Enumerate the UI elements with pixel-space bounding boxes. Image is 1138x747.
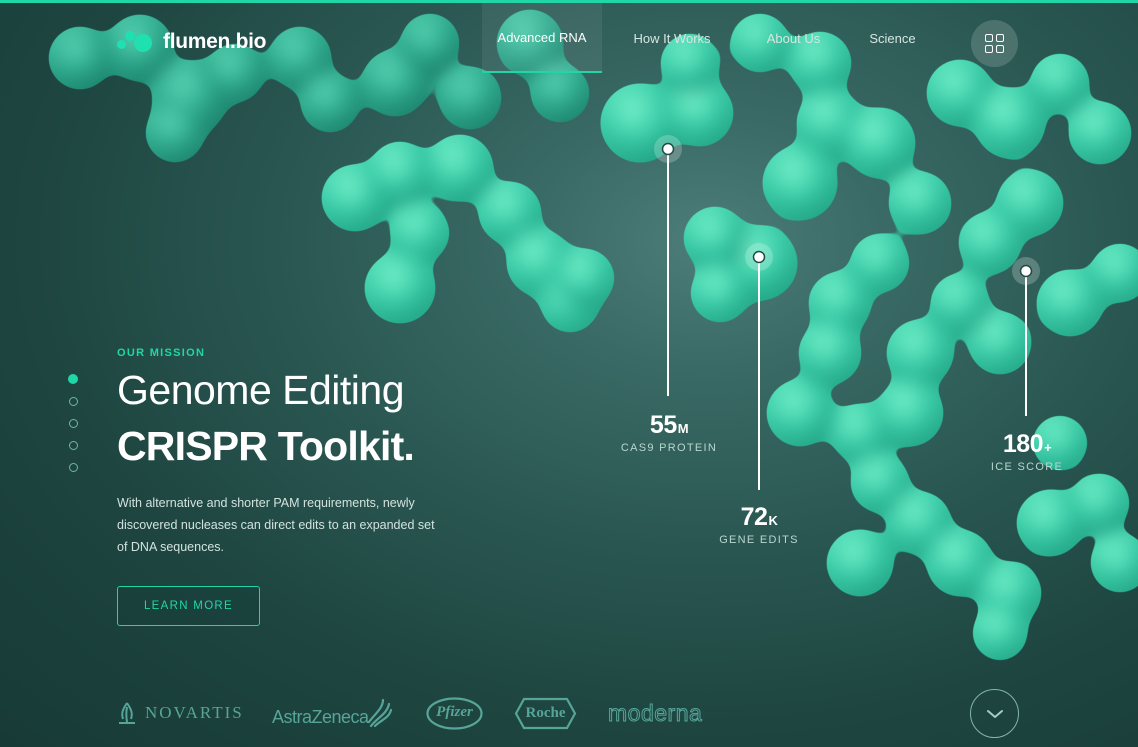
stat-gene-edits: 72K GENE EDITS — [708, 503, 810, 546]
stat-value: 180 — [1002, 430, 1044, 458]
stat-label: CAS9 PROTEIN — [620, 442, 718, 454]
partner-name: moderna — [607, 700, 703, 727]
slide-dot-3[interactable] — [68, 419, 78, 428]
partner-logo-novartis: NOVARTIS — [116, 701, 244, 725]
nav-item-how-it-works[interactable]: How It Works — [602, 3, 742, 73]
brand-logo[interactable]: flumen.bio — [117, 28, 266, 56]
partner-name: AstraZeneca — [272, 707, 369, 727]
stat-label: ICE SCORE — [990, 461, 1064, 473]
partner-name: Roche — [525, 705, 566, 721]
scroll-down-button[interactable] — [970, 689, 1019, 738]
stat-cas9-protein: 55M CAS9 PROTEIN — [614, 411, 724, 454]
partner-logo-moderna: moderna — [607, 700, 703, 727]
partner-logo-pfizer: Pfizer — [426, 697, 483, 730]
slide-dot-5[interactable] — [68, 463, 78, 472]
partner-logo-roche: Roche — [514, 697, 577, 730]
nav-item-about-us[interactable]: About Us — [742, 3, 845, 73]
brand-name: flumen.bio — [163, 30, 267, 53]
slide-dot-1[interactable] — [68, 374, 78, 384]
nav-item-advanced-rna[interactable]: Advanced RNA — [482, 3, 602, 73]
partner-name: Pfizer — [436, 704, 473, 720]
menu-button[interactable] — [971, 20, 1018, 67]
section-eyebrow: OUR MISSION — [117, 347, 206, 359]
partner-logo-astrazeneca: AstraZeneca — [272, 698, 393, 730]
stat-value: 72 — [740, 503, 768, 531]
slide-pagination — [68, 374, 80, 485]
slide-dot-2[interactable] — [68, 397, 78, 406]
stat-label: GENE EDITS — [719, 534, 799, 546]
novartis-flame-icon — [119, 702, 135, 724]
grid-icon — [985, 34, 1004, 53]
hero-page: flumen.bio Advanced RNA How It Works Abo… — [0, 0, 1138, 747]
stat-value: 55 — [649, 411, 677, 439]
nav-item-science[interactable]: Science — [845, 3, 940, 73]
hero-description: With alternative and shorter PAM require… — [117, 496, 435, 554]
astrazeneca-swirl-icon — [367, 698, 392, 728]
stat-unit: + — [1044, 440, 1052, 455]
hero-title-line1: Genome Editing — [117, 367, 405, 413]
stat-ice-score: 180+ ICE SCORE — [982, 430, 1072, 473]
partner-name: NOVARTIS — [145, 703, 244, 722]
stat-unit: K — [768, 513, 778, 528]
stat-unit: M — [677, 421, 689, 436]
logo-dots-icon — [117, 28, 155, 56]
hero-title-line2: CRISPR Toolkit. — [117, 423, 415, 469]
main-nav: Advanced RNA How It Works About Us Scien… — [482, 3, 940, 73]
chevron-down-icon — [986, 709, 1003, 718]
learn-more-button[interactable]: LEARN MORE — [117, 586, 260, 626]
slide-dot-4[interactable] — [68, 441, 78, 450]
